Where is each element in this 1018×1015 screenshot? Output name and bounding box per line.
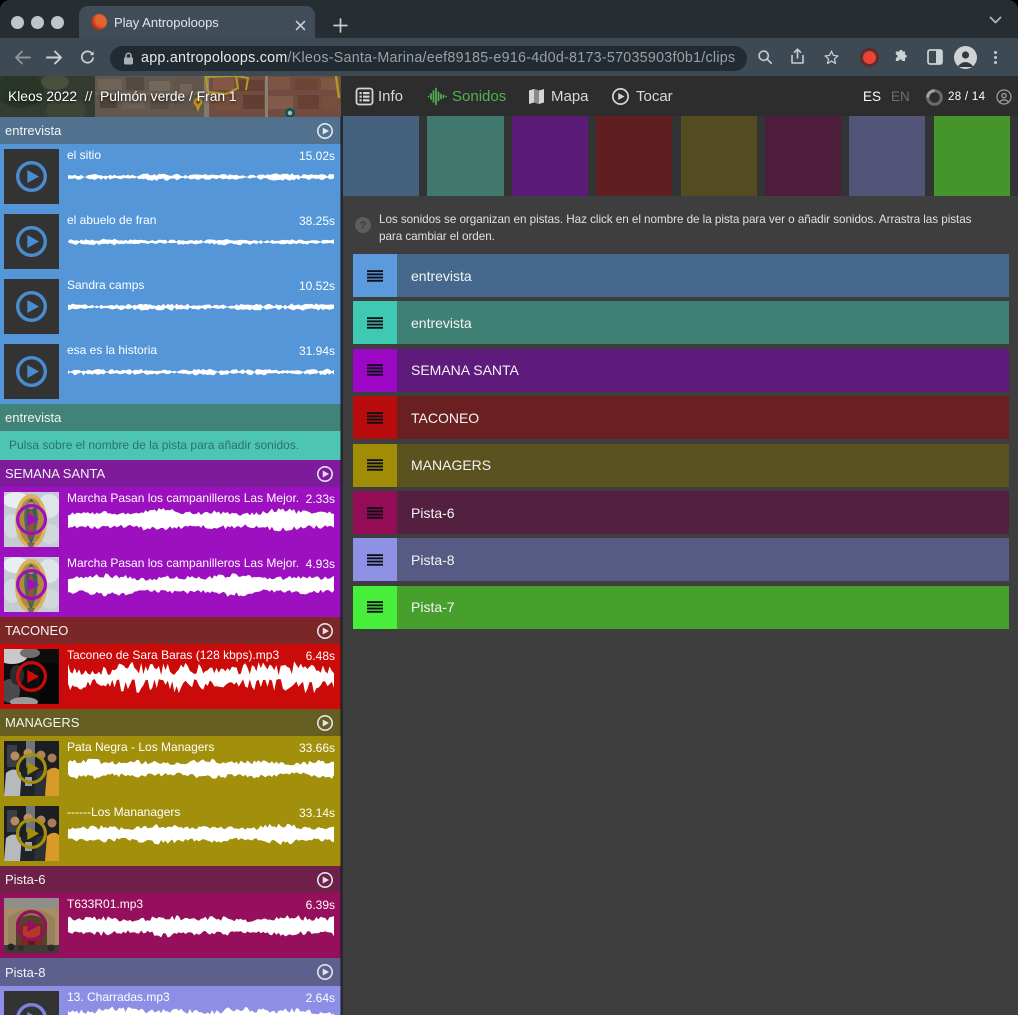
svg-text:?: ? xyxy=(360,220,366,232)
